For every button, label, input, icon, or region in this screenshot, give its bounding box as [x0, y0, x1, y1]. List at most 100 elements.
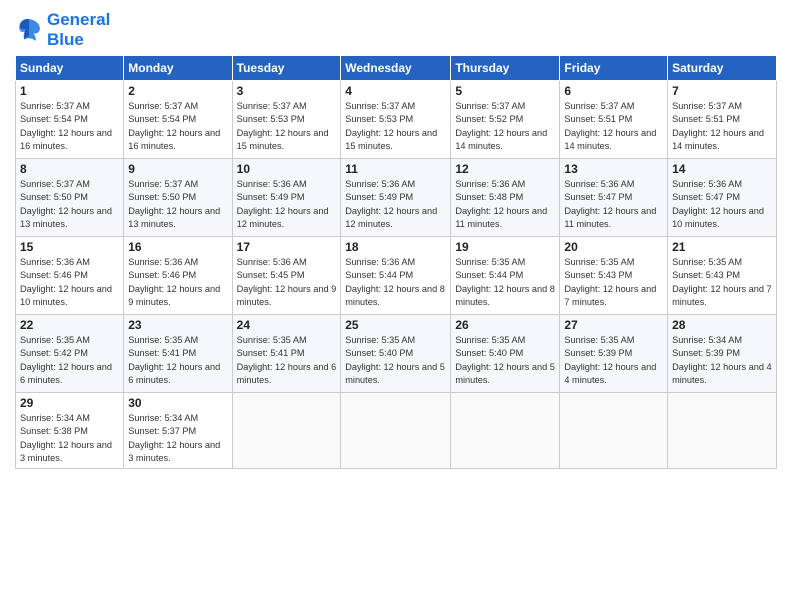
day-number: 25	[345, 318, 446, 332]
day-number: 24	[237, 318, 337, 332]
calendar-cell: 28Sunrise: 5:34 AM Sunset: 5:39 PM Dayli…	[668, 315, 777, 393]
day-info: Sunrise: 5:35 AM Sunset: 5:43 PM Dayligh…	[672, 256, 772, 309]
day-number: 15	[20, 240, 119, 254]
day-number: 21	[672, 240, 772, 254]
day-info: Sunrise: 5:35 AM Sunset: 5:44 PM Dayligh…	[455, 256, 555, 309]
day-info: Sunrise: 5:36 AM Sunset: 5:47 PM Dayligh…	[672, 178, 772, 231]
day-number: 17	[237, 240, 337, 254]
day-info: Sunrise: 5:37 AM Sunset: 5:54 PM Dayligh…	[128, 100, 227, 153]
calendar-cell: 4 Sunrise: 5:37 AM Sunset: 5:53 PM Daylig…	[341, 81, 451, 159]
day-info: Sunrise: 5:36 AM Sunset: 5:45 PM Dayligh…	[237, 256, 337, 309]
calendar-cell: 13 Sunrise: 5:36 AM Sunset: 5:47 PM Dayli…	[560, 159, 668, 237]
day-number: 11	[345, 162, 446, 176]
calendar-cell	[341, 393, 451, 469]
calendar-cell: 14 Sunrise: 5:36 AM Sunset: 5:47 PM Dayli…	[668, 159, 777, 237]
day-info: Sunrise: 5:35 AM Sunset: 5:40 PM Dayligh…	[455, 334, 555, 387]
day-number: 30	[128, 396, 227, 410]
day-info: Sunrise: 5:35 AM Sunset: 5:43 PM Dayligh…	[564, 256, 663, 309]
day-info: Sunrise: 5:35 AM Sunset: 5:41 PM Dayligh…	[128, 334, 227, 387]
day-info: Sunrise: 5:37 AM Sunset: 5:53 PM Dayligh…	[237, 100, 337, 153]
calendar-cell: 19 Sunrise: 5:35 AM Sunset: 5:44 PM Dayli…	[451, 237, 560, 315]
calendar-week-4: 22 Sunrise: 5:35 AM Sunset: 5:42 PM Dayli…	[16, 315, 777, 393]
day-info: Sunrise: 5:37 AM Sunset: 5:50 PM Dayligh…	[128, 178, 227, 231]
day-info: Sunrise: 5:36 AM Sunset: 5:46 PM Dayligh…	[20, 256, 119, 309]
day-number: 13	[564, 162, 663, 176]
logo-text: General Blue	[47, 10, 110, 49]
calendar-week-2: 8 Sunrise: 5:37 AM Sunset: 5:50 PM Daylig…	[16, 159, 777, 237]
calendar-cell: 3 Sunrise: 5:37 AM Sunset: 5:53 PM Daylig…	[232, 81, 341, 159]
day-info: Sunrise: 5:37 AM Sunset: 5:52 PM Dayligh…	[455, 100, 555, 153]
calendar-cell: 8 Sunrise: 5:37 AM Sunset: 5:50 PM Daylig…	[16, 159, 124, 237]
day-info: Sunrise: 5:37 AM Sunset: 5:53 PM Dayligh…	[345, 100, 446, 153]
weekday-header-thursday: Thursday	[451, 56, 560, 81]
calendar-cell	[560, 393, 668, 469]
calendar-cell: 6Sunrise: 5:37 AM Sunset: 5:51 PM Daylig…	[560, 81, 668, 159]
calendar-week-3: 15 Sunrise: 5:36 AM Sunset: 5:46 PM Dayli…	[16, 237, 777, 315]
day-number: 2	[128, 84, 227, 98]
calendar-cell: 1 Sunrise: 5:37 AM Sunset: 5:54 PM Daylig…	[16, 81, 124, 159]
weekday-header-wednesday: Wednesday	[341, 56, 451, 81]
weekday-header-row: SundayMondayTuesdayWednesdayThursdayFrid…	[16, 56, 777, 81]
day-number: 1	[20, 84, 119, 98]
day-info: Sunrise: 5:36 AM Sunset: 5:46 PM Dayligh…	[128, 256, 227, 309]
calendar-cell: 18 Sunrise: 5:36 AM Sunset: 5:44 PM Dayli…	[341, 237, 451, 315]
day-info: Sunrise: 5:36 AM Sunset: 5:48 PM Dayligh…	[455, 178, 555, 231]
day-info: Sunrise: 5:37 AM Sunset: 5:54 PM Dayligh…	[20, 100, 119, 153]
calendar-cell: 30 Sunrise: 5:34 AM Sunset: 5:37 PM Dayli…	[124, 393, 232, 469]
calendar-cell: 15 Sunrise: 5:36 AM Sunset: 5:46 PM Dayli…	[16, 237, 124, 315]
calendar-cell: 26 Sunrise: 5:35 AM Sunset: 5:40 PM Dayli…	[451, 315, 560, 393]
calendar-cell	[668, 393, 777, 469]
day-number: 8	[20, 162, 119, 176]
calendar-week-5: 29 Sunrise: 5:34 AM Sunset: 5:38 PM Dayli…	[16, 393, 777, 469]
day-info: Sunrise: 5:34 AM Sunset: 5:38 PM Dayligh…	[20, 412, 119, 465]
day-info: Sunrise: 5:36 AM Sunset: 5:49 PM Dayligh…	[237, 178, 337, 231]
calendar-week-1: 1 Sunrise: 5:37 AM Sunset: 5:54 PM Daylig…	[16, 81, 777, 159]
calendar-cell: 7Sunrise: 5:37 AM Sunset: 5:51 PM Daylig…	[668, 81, 777, 159]
day-number: 20	[564, 240, 663, 254]
day-number: 18	[345, 240, 446, 254]
day-number: 22	[20, 318, 119, 332]
day-number: 4	[345, 84, 446, 98]
calendar-container: General Blue SundayMondayTuesdayWednesda…	[0, 0, 792, 612]
day-number: 9	[128, 162, 227, 176]
day-number: 16	[128, 240, 227, 254]
calendar-cell: 17 Sunrise: 5:36 AM Sunset: 5:45 PM Dayli…	[232, 237, 341, 315]
logo-icon	[15, 16, 43, 44]
day-number: 14	[672, 162, 772, 176]
day-number: 10	[237, 162, 337, 176]
day-number: 29	[20, 396, 119, 410]
calendar-cell: 9 Sunrise: 5:37 AM Sunset: 5:50 PM Daylig…	[124, 159, 232, 237]
calendar-cell: 27 Sunrise: 5:35 AM Sunset: 5:39 PM Dayli…	[560, 315, 668, 393]
day-info: Sunrise: 5:36 AM Sunset: 5:44 PM Dayligh…	[345, 256, 446, 309]
day-info: Sunrise: 5:35 AM Sunset: 5:40 PM Dayligh…	[345, 334, 446, 387]
calendar-cell: 5Sunrise: 5:37 AM Sunset: 5:52 PM Daylig…	[451, 81, 560, 159]
day-number: 19	[455, 240, 555, 254]
day-number: 26	[455, 318, 555, 332]
day-number: 7	[672, 84, 772, 98]
weekday-header-friday: Friday	[560, 56, 668, 81]
day-info: Sunrise: 5:34 AM Sunset: 5:39 PM Dayligh…	[672, 334, 772, 387]
day-info: Sunrise: 5:35 AM Sunset: 5:39 PM Dayligh…	[564, 334, 663, 387]
calendar-cell: 29 Sunrise: 5:34 AM Sunset: 5:38 PM Dayli…	[16, 393, 124, 469]
day-info: Sunrise: 5:36 AM Sunset: 5:49 PM Dayligh…	[345, 178, 446, 231]
calendar-cell: 10 Sunrise: 5:36 AM Sunset: 5:49 PM Dayli…	[232, 159, 341, 237]
day-number: 23	[128, 318, 227, 332]
header: General Blue	[15, 10, 777, 49]
weekday-header-saturday: Saturday	[668, 56, 777, 81]
calendar-cell	[451, 393, 560, 469]
calendar-cell: 20 Sunrise: 5:35 AM Sunset: 5:43 PM Dayli…	[560, 237, 668, 315]
calendar-cell: 25 Sunrise: 5:35 AM Sunset: 5:40 PM Dayli…	[341, 315, 451, 393]
day-number: 12	[455, 162, 555, 176]
day-info: Sunrise: 5:35 AM Sunset: 5:41 PM Dayligh…	[237, 334, 337, 387]
day-info: Sunrise: 5:35 AM Sunset: 5:42 PM Dayligh…	[20, 334, 119, 387]
day-info: Sunrise: 5:37 AM Sunset: 5:50 PM Dayligh…	[20, 178, 119, 231]
day-number: 27	[564, 318, 663, 332]
calendar-cell: 12 Sunrise: 5:36 AM Sunset: 5:48 PM Dayli…	[451, 159, 560, 237]
day-info: Sunrise: 5:36 AM Sunset: 5:47 PM Dayligh…	[564, 178, 663, 231]
day-info: Sunrise: 5:34 AM Sunset: 5:37 PM Dayligh…	[128, 412, 227, 465]
calendar-cell: 21 Sunrise: 5:35 AM Sunset: 5:43 PM Dayli…	[668, 237, 777, 315]
calendar-cell: 2 Sunrise: 5:37 AM Sunset: 5:54 PM Daylig…	[124, 81, 232, 159]
day-number: 6	[564, 84, 663, 98]
day-number: 3	[237, 84, 337, 98]
weekday-header-sunday: Sunday	[16, 56, 124, 81]
